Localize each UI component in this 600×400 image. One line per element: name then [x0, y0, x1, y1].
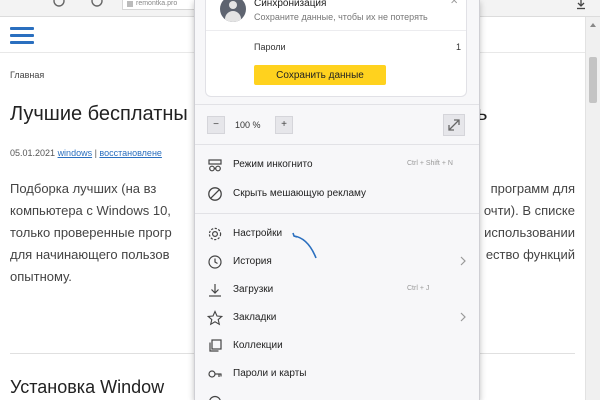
menu-item-passwords-cards[interactable]: Пароли и карты [195, 360, 479, 388]
passwords-count: 1 [456, 42, 462, 52]
intro-line-right: ество функций [485, 247, 575, 262]
address-text: remontka.pro [136, 0, 178, 7]
menu-item-shortcut: Ctrl + Shift + N [407, 160, 453, 167]
breadcrumb[interactable]: Главная [10, 70, 44, 80]
menu-item-label: Пароли и карты [233, 368, 307, 379]
key-icon [208, 370, 222, 378]
menu-item-hide-ads[interactable]: Скрыть мешающую рекламу [195, 180, 479, 208]
menu-item-label: Загрузки [233, 284, 274, 295]
collections-icon [209, 339, 222, 352]
intro-line-right: использовании [484, 225, 575, 240]
fullscreen-icon [448, 119, 460, 131]
download-icon [209, 284, 221, 297]
download-toolbar-icon[interactable] [575, 0, 587, 10]
menu-item-label: Коллекции [233, 340, 283, 351]
intro-line-left: Подборка лучших (на вз [10, 181, 157, 196]
avatar[interactable] [220, 0, 246, 22]
card-divider [206, 30, 466, 31]
chevron-right-icon [460, 312, 466, 322]
address-bar[interactable]: remontka.pro [122, 0, 196, 10]
pointer-arrow-icon [292, 232, 317, 259]
page-scrollbar[interactable] [585, 17, 600, 400]
menu-item-downloads[interactable]: Загрузки Ctrl + J [195, 276, 479, 304]
sync-title: Синхронизация [254, 0, 327, 9]
intro-line-left: опытному. [10, 269, 72, 284]
article-title-left: Лучшие бесплатны [10, 103, 188, 125]
history-icon [208, 255, 222, 269]
article-date: 05.01.2021 [10, 148, 56, 158]
article-meta: 05.01.2021 windows | восстановлене [10, 148, 162, 158]
intro-line-left: только проверенные прогр [10, 225, 172, 240]
passwords-label: Пароли [254, 42, 286, 52]
browser-settings-menu: Синхронизация Сохраните данные, чтобы их… [194, 0, 480, 400]
tag-link-windows[interactable]: windows [58, 148, 93, 158]
menu-item-bookmarks[interactable]: Закладки [195, 304, 479, 332]
article-title: Лучшие бесплатны ь [10, 103, 487, 126]
menu-divider [195, 213, 479, 214]
menu-item-label: Настройки [233, 228, 283, 239]
scroll-up-arrow-icon[interactable] [590, 23, 596, 27]
fullscreen-button[interactable] [443, 114, 465, 136]
intro-line-left: компьютера с Windows 10, [10, 203, 171, 218]
menu-item-label: Режим инкогнито [233, 159, 313, 170]
menu-item-label: Закладки [233, 312, 277, 323]
toolbar-right [480, 0, 600, 16]
sync-subtitle: Сохраните данные, чтобы их не потерять [254, 12, 428, 22]
zoom-out-button[interactable]: − [207, 116, 225, 134]
menu-item-next[interactable] [195, 388, 479, 400]
zoom-in-button[interactable]: + [275, 116, 293, 134]
incognito-icon [208, 159, 222, 172]
section-title: Установка Window [10, 377, 165, 397]
sync-card: Синхронизация Сохраните данные, чтобы их… [205, 0, 467, 97]
menu-divider [195, 144, 479, 145]
scroll-thumb[interactable] [589, 57, 597, 103]
star-icon [207, 310, 223, 326]
menu-item-settings[interactable]: Настройки [195, 220, 479, 248]
home-icon[interactable] [90, 0, 104, 8]
menu-divider [195, 104, 479, 105]
menu-item-collections[interactable]: Коллекции [195, 332, 479, 360]
menu-item-shortcut: Ctrl + J [407, 285, 430, 292]
gear-icon [209, 395, 221, 400]
site-icon [127, 1, 133, 7]
intro-line-left: для начинающего пользов [10, 247, 170, 262]
menu-item-label: Скрыть мешающую рекламу [233, 188, 367, 199]
block-ads-icon [208, 187, 222, 201]
menu-item-label: История [233, 256, 272, 267]
intro-line-right: программ для [490, 181, 575, 196]
intro-line-right: очти). В списке [483, 203, 575, 218]
gear-icon [208, 227, 222, 241]
menu-item-history[interactable]: История [195, 248, 479, 276]
refresh-icon[interactable] [52, 0, 66, 8]
menu-item-incognito[interactable]: Режим инкогнито Ctrl + Shift + N [195, 151, 479, 179]
save-data-button[interactable]: Сохранить данные [254, 65, 386, 85]
tag-link-recovery[interactable]: восстановлене [99, 148, 162, 158]
hamburger-menu-icon[interactable] [10, 27, 34, 45]
zoom-level: 100 % [235, 120, 261, 130]
close-icon[interactable]: ✕ [450, 0, 458, 7]
chevron-right-icon [460, 256, 466, 266]
